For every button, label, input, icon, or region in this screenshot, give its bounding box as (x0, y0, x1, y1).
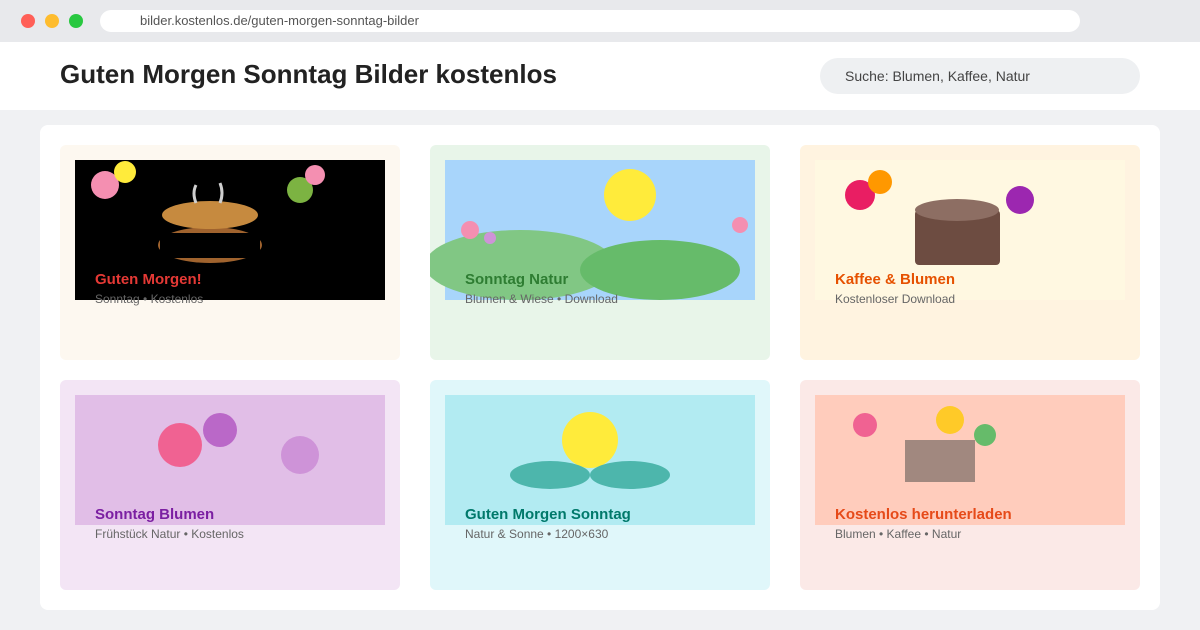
image-card[interactable]: Sonntag Natur Blumen & Wiese • Download (430, 145, 770, 360)
table-flowers-image (815, 395, 1125, 525)
image-card[interactable]: Kostenlos herunterladen Blumen • Kaffee … (800, 380, 1140, 590)
card-subtitle: Natur & Sonne • 1200×630 (465, 527, 609, 541)
minimize-window-button[interactable] (45, 14, 59, 28)
meadow-sun-image (430, 160, 755, 300)
image-card[interactable]: Kaffee & Blumen Kostenloser Download (800, 145, 1140, 360)
card-subtitle: Blumen & Wiese • Download (465, 292, 618, 306)
card-title: Guten Morgen! (95, 271, 202, 288)
maximize-window-button[interactable] (69, 14, 83, 28)
browser-chrome: bilder.kostenlos.de/guten-morgen-sonntag… (0, 0, 1200, 42)
card-title: Kaffee & Blumen (835, 271, 956, 288)
coffee-flowers-image (815, 160, 1125, 300)
card-subtitle: Frühstück Natur • Kostenlos (95, 527, 244, 541)
coffee-cup-image (75, 160, 385, 300)
card-title: Sonntag Blumen (95, 506, 215, 523)
address-bar[interactable]: bilder.kostenlos.de/guten-morgen-sonntag… (100, 10, 1080, 32)
search-input[interactable]: Suche: Blumen, Kaffee, Natur (820, 58, 1140, 94)
close-window-button[interactable] (21, 14, 35, 28)
image-card[interactable]: Guten Morgen! Sonntag • Kostenlos (60, 145, 400, 360)
card-title: Sonntag Natur (465, 271, 569, 288)
flowers-image (75, 395, 385, 525)
page-title: Guten Morgen Sonntag Bilder kostenlos (60, 59, 557, 89)
card-title: Kostenlos herunterladen (835, 506, 1012, 523)
card-title: Guten Morgen Sonntag (465, 506, 631, 523)
image-card[interactable]: Sonntag Blumen Frühstück Natur • Kostenl… (60, 380, 400, 590)
card-subtitle: Kostenloser Download (835, 292, 956, 306)
site-header: Guten Morgen Sonntag Bilder kostenlos Su… (0, 42, 1200, 110)
sun-leaves-image (445, 395, 755, 525)
image-card[interactable]: Guten Morgen Sonntag Natur & Sonne • 120… (430, 380, 770, 590)
card-subtitle: Sonntag • Kostenlos (95, 292, 204, 306)
card-subtitle: Blumen • Kaffee • Natur (835, 527, 962, 541)
